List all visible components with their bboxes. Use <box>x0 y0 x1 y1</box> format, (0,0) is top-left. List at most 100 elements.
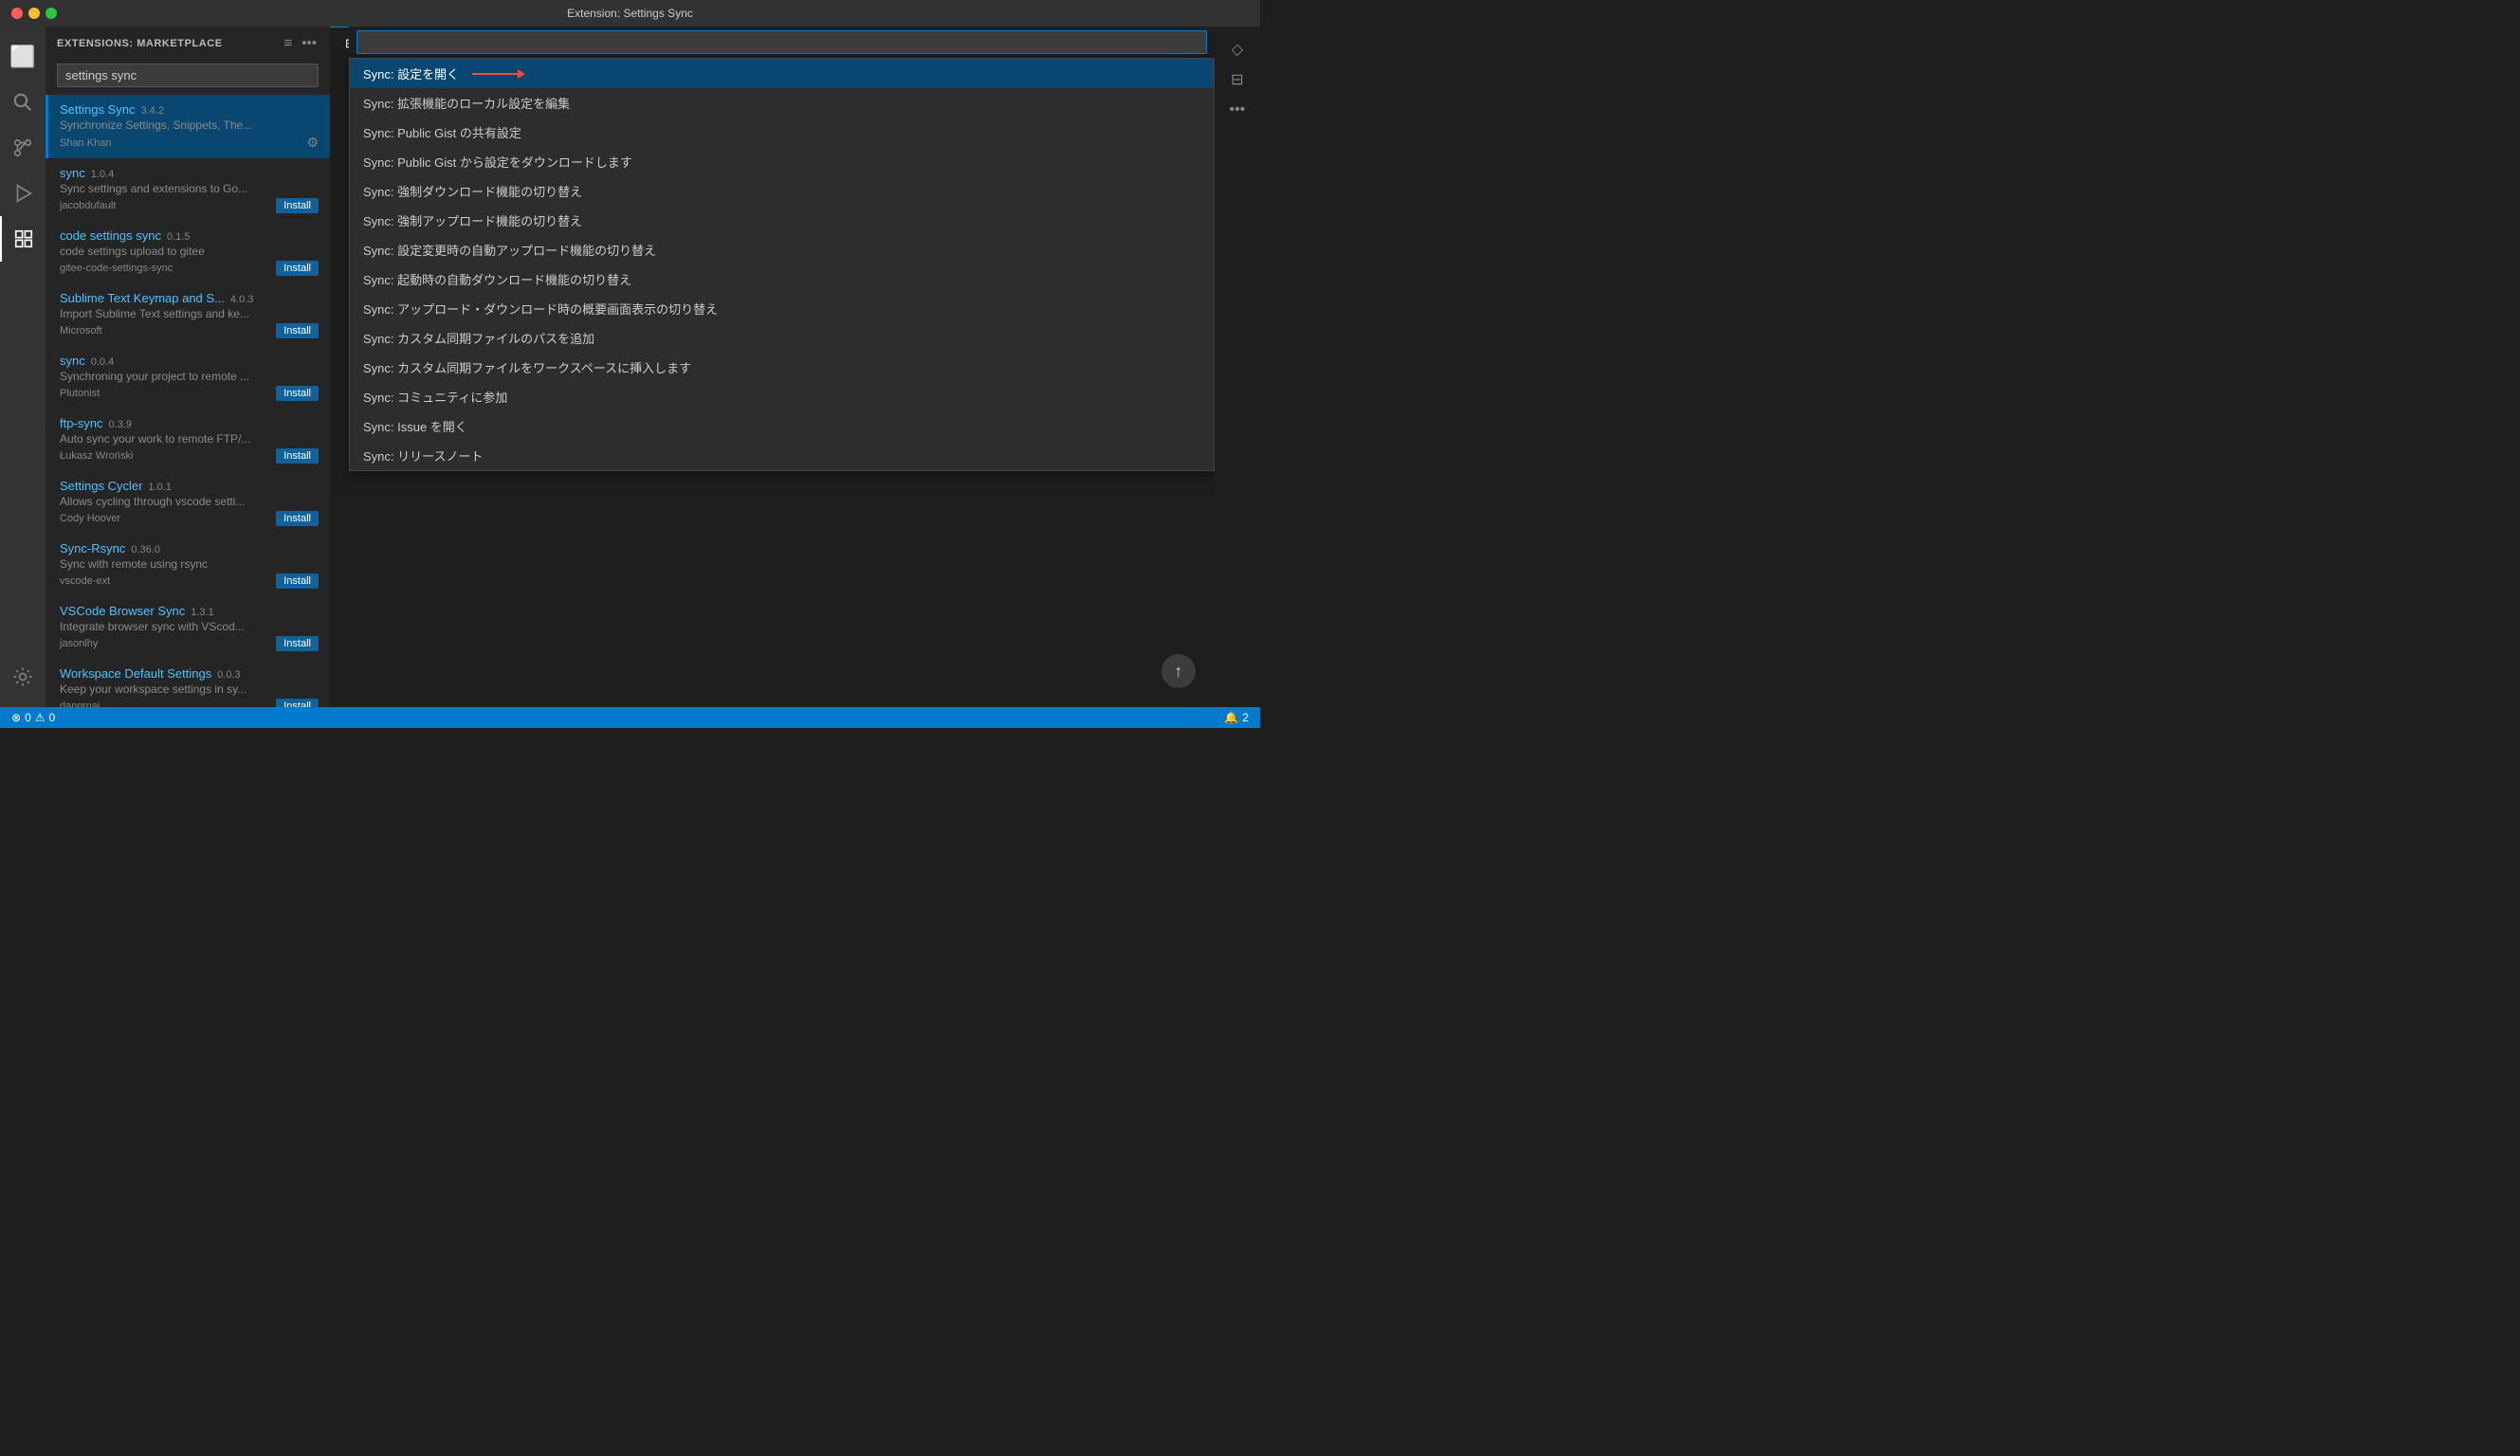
dropdown-arrow <box>472 73 520 75</box>
sidebar-header: EXTENSIONS: MARKETPLACE ≡ ••• <box>46 27 330 60</box>
dropdown-item-4[interactable]: Sync: 強制ダウンロード機能の切り替え <box>350 176 1214 206</box>
warning-icon: ⚠ <box>35 711 46 724</box>
extension-item-settings-sync[interactable]: Settings Sync 3.4.2 Synchronize Settings… <box>46 95 330 158</box>
dropdown-item-5[interactable]: Sync: 強制アップロード機能の切り替え <box>350 206 1214 235</box>
ext-name: VSCode Browser Sync <box>60 604 185 618</box>
sidebar-header-title: EXTENSIONS: MARKETPLACE <box>57 38 223 49</box>
dropdown-item-6[interactable]: Sync: 設定変更時の自動アップロード機能の切り替え <box>350 235 1214 264</box>
status-errors[interactable]: ⊗ 0 ⚠ 0 <box>11 711 55 724</box>
status-bar: ⊗ 0 ⚠ 0 🔔 2 <box>0 707 1260 728</box>
ext-desc: Integrate browser sync with VScod... <box>60 620 306 633</box>
scroll-top-button[interactable]: ↑ <box>1161 654 1196 688</box>
extension-item-sync[interactable]: sync 1.0.4 Sync settings and extensions … <box>46 158 330 221</box>
minimize-button[interactable] <box>28 8 40 19</box>
install-button[interactable]: Install <box>276 699 319 707</box>
error-count: 0 <box>25 711 31 724</box>
ext-desc: Keep your workspace settings in sy... <box>60 682 306 696</box>
ext-author: vscode-ext <box>60 575 110 587</box>
install-button[interactable]: Install <box>276 636 319 651</box>
close-button[interactable] <box>11 8 23 19</box>
ext-name: Settings Cycler <box>60 479 142 493</box>
dropdown-item-13[interactable]: Sync: リリースノート <box>350 441 1214 470</box>
app-body: ⬜ EXTENSIONS: MARKETPLACE ≡ ••• <box>0 27 1260 707</box>
ext-desc: Sync settings and extensions to Go... <box>60 182 306 195</box>
ext-version: 0.36.0 <box>131 544 160 555</box>
ext-desc: Synchroning your project to remote ... <box>60 370 306 383</box>
traffic-lights <box>11 8 57 19</box>
dropdown-input-row <box>349 27 1214 58</box>
sidebar-header-actions: ≡ ••• <box>282 33 319 53</box>
more-actions-button[interactable]: ••• <box>300 33 319 53</box>
extension-list: Settings Sync 3.4.2 Synchronize Settings… <box>46 95 330 707</box>
activity-bar: ⬜ <box>0 27 46 707</box>
more-icon[interactable]: ••• <box>1222 95 1252 125</box>
activity-debug[interactable] <box>0 171 46 216</box>
extension-item-browser-sync[interactable]: VSCode Browser Sync 1.3.1 Integrate brow… <box>46 596 330 659</box>
ext-desc: code settings upload to gitee <box>60 245 306 258</box>
ext-author: Microsoft <box>60 325 102 337</box>
right-bar: ◇ ⊟ ••• <box>1214 27 1260 707</box>
activity-scm[interactable] <box>0 125 46 171</box>
dropdown-item-7[interactable]: Sync: 起動時の自動ダウンロード機能の切り替え <box>350 264 1214 294</box>
ext-version: 0.0.4 <box>91 356 114 368</box>
dropdown-item-12[interactable]: Sync: Issue を開く <box>350 411 1214 441</box>
maximize-button[interactable] <box>46 8 57 19</box>
status-bell[interactable]: 🔔 2 <box>1224 711 1249 724</box>
extension-item-workspace-default[interactable]: Workspace Default Settings 0.0.3 Keep yo… <box>46 659 330 707</box>
activity-explorer[interactable]: ⬜ <box>0 34 46 80</box>
dropdown-item-11[interactable]: Sync: コミュニティに参加 <box>350 382 1214 411</box>
layout-icon[interactable]: ⊟ <box>1222 64 1252 95</box>
filter-button[interactable]: ≡ <box>282 33 294 53</box>
ext-desc: Synchronize Settings, Snippets, The... <box>60 118 306 132</box>
install-button[interactable]: Install <box>276 448 319 464</box>
activity-extensions[interactable] <box>0 216 46 262</box>
ext-version: 1.0.4 <box>91 169 114 180</box>
install-button[interactable]: Install <box>276 386 319 401</box>
command-palette-input[interactable] <box>356 30 1207 54</box>
search-input[interactable] <box>57 64 319 87</box>
ext-desc: Auto sync your work to remote FTP/... <box>60 432 306 446</box>
ext-version: 3.4.2 <box>141 105 164 117</box>
bell-count: 2 <box>1242 711 1249 724</box>
activity-search[interactable] <box>0 80 46 125</box>
install-button[interactable]: Install <box>276 261 319 276</box>
ext-desc: Sync with remote using rsync <box>60 557 306 571</box>
activity-settings[interactable] <box>0 654 46 700</box>
install-button[interactable]: Install <box>276 511 319 526</box>
remote-icon[interactable]: ◇ <box>1222 34 1252 64</box>
main-area: ⊞ Extension: Settings Sync ↕ Settings Sy… <box>330 27 1214 707</box>
extension-item-code-settings-sync[interactable]: code settings sync 0.1.5 code settings u… <box>46 221 330 283</box>
ext-author: jacobdufault <box>60 200 116 211</box>
ext-name: Settings Sync <box>60 102 136 117</box>
install-button[interactable]: Install <box>276 198 319 213</box>
ext-name: code settings sync <box>60 228 161 243</box>
error-icon: ⊗ <box>11 711 21 724</box>
ext-version: 4.0.3 <box>230 294 253 305</box>
ext-version: 0.0.3 <box>217 669 240 681</box>
dropdown-item-3[interactable]: Sync: Public Gist から設定をダウンロードします <box>350 147 1214 176</box>
dropdown-item-0[interactable]: Sync: 設定を開く <box>350 59 1214 88</box>
dropdown-item-9[interactable]: Sync: カスタム同期ファイルのパスを追加 <box>350 323 1214 353</box>
ext-name: ftp-sync <box>60 416 103 430</box>
gear-icon[interactable]: ⚙ <box>306 135 319 151</box>
dropdown-item-10[interactable]: Sync: カスタム同期ファイルをワークスペースに挿入します <box>350 353 1214 382</box>
ext-author: jasonlhy <box>60 638 98 649</box>
extension-item-sublime-keymap[interactable]: Sublime Text Keymap and S... 4.0.3 Impor… <box>46 283 330 346</box>
ext-version: 1.3.1 <box>191 607 213 618</box>
ext-version: 0.1.5 <box>167 231 190 243</box>
ext-author: Plutonist <box>60 388 100 399</box>
install-button[interactable]: Install <box>276 323 319 338</box>
dropdown-item-2[interactable]: Sync: Public Gist の共有設定 <box>350 118 1214 147</box>
ext-author: gitee-code-settings-sync <box>60 263 173 274</box>
ext-version: 1.0.1 <box>148 482 171 493</box>
extension-item-settings-cycler[interactable]: Settings Cycler 1.0.1 Allows cycling thr… <box>46 471 330 534</box>
ext-desc: Import Sublime Text settings and ke... <box>60 307 306 320</box>
ext-name: sync <box>60 166 85 180</box>
extension-item-sync-rsync[interactable]: Sync-Rsync 0.36.0 Sync with remote using… <box>46 534 330 596</box>
extension-item-ftp-sync[interactable]: ftp-sync 0.3.9 Auto sync your work to re… <box>46 409 330 471</box>
extension-item-sync2[interactable]: sync 0.0.4 Synchroning your project to r… <box>46 346 330 409</box>
install-button[interactable]: Install <box>276 573 319 589</box>
dropdown-item-1[interactable]: Sync: 拡張機能のローカル設定を編集 <box>350 88 1214 118</box>
ext-author: Cody Hoover <box>60 513 120 524</box>
dropdown-item-8[interactable]: Sync: アップロード・ダウンロード時の概要画面表示の切り替え <box>350 294 1214 323</box>
